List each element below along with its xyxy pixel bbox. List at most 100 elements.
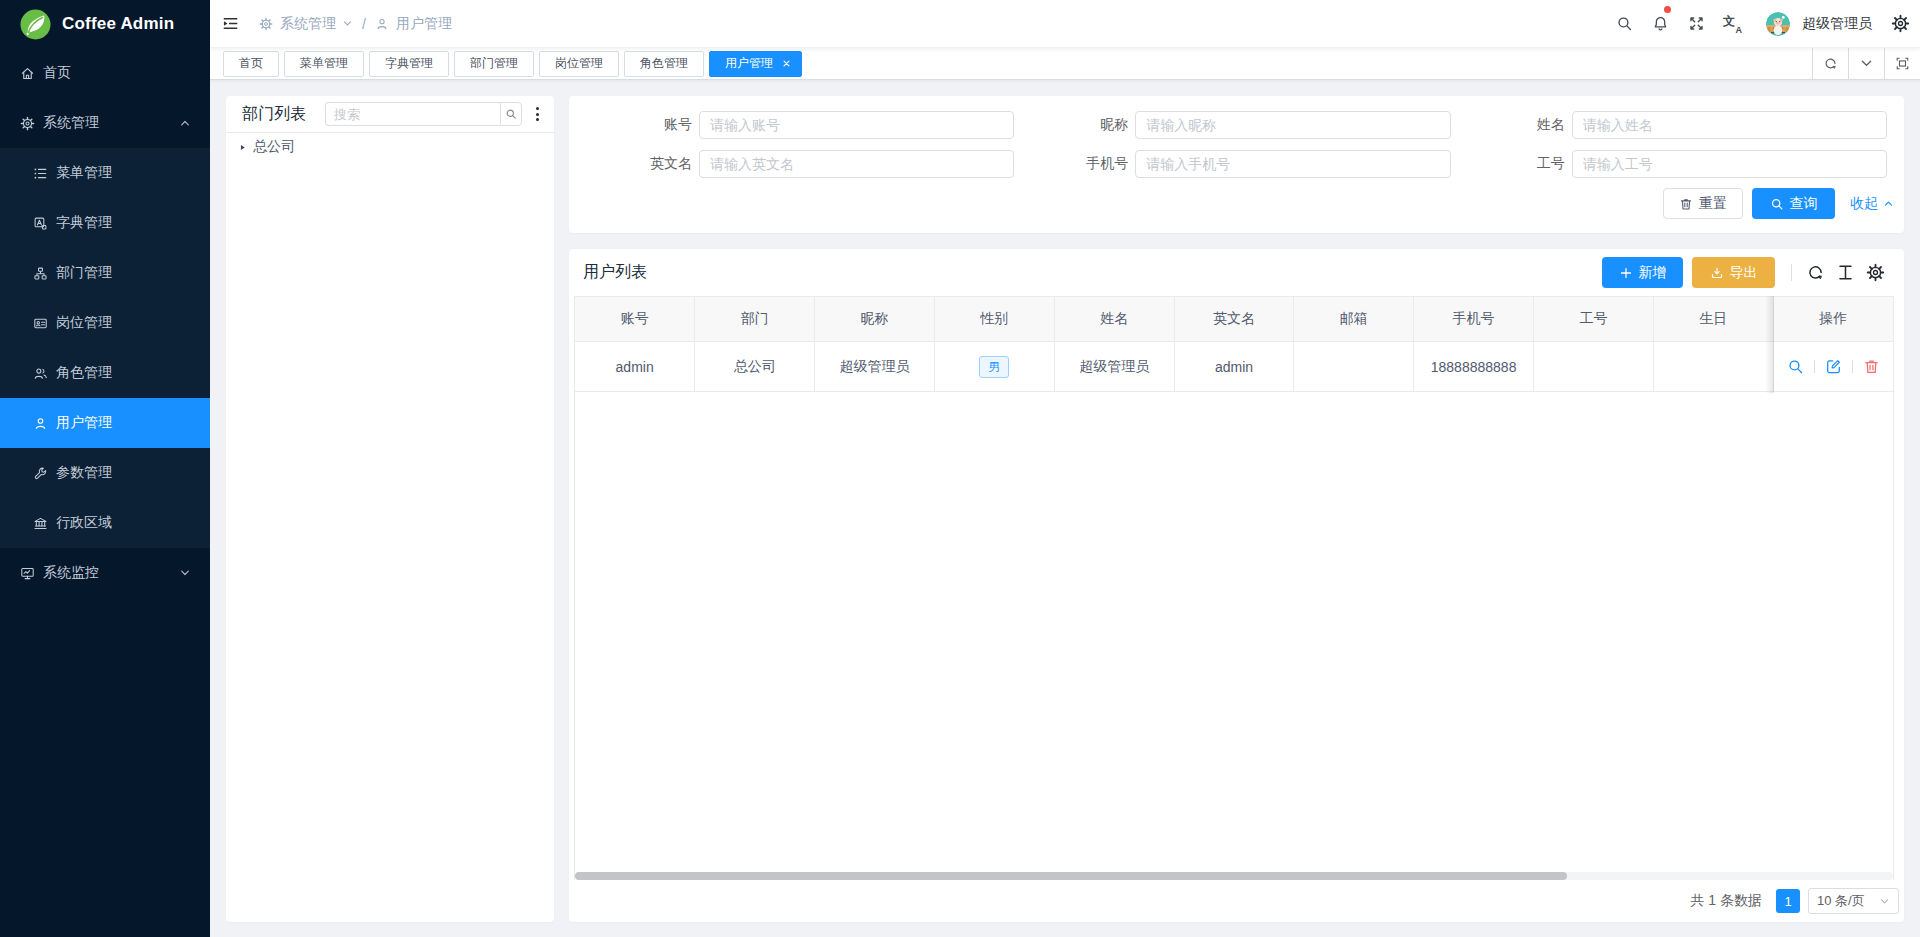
delete-icon[interactable] [1863,358,1880,375]
tree-node-root[interactable]: 总公司 [226,135,554,159]
reset-button[interactable]: 重置 [1663,188,1743,219]
column-header-email: 邮箱 [1294,297,1414,342]
column-header-birthday: 生日 [1653,297,1773,342]
collapse-form-link[interactable]: 收起 [1850,195,1894,213]
refresh-icon [1823,56,1838,71]
tab-user-mgmt[interactable]: 用户管理 [709,51,802,77]
nickname-field[interactable] [1135,111,1450,139]
search-form-panel: 账号 昵称 姓名 英文名 手机号 工号 [569,96,1904,233]
sidebar-item-role-mgmt[interactable]: 角色管理 [0,348,210,398]
add-user-button[interactable]: 新增 [1602,257,1683,288]
fullscreen-button[interactable] [1678,0,1714,47]
dictionary-icon [33,216,48,231]
bell-icon [1652,15,1669,32]
sidebar-item-dept-mgmt[interactable]: 部门管理 [0,248,210,298]
tags-view-bar: 首页 菜单管理 字典管理 部门管理 岗位管理 角色管理 用户管理 [210,48,1920,80]
sidebar-item-post-mgmt[interactable]: 岗位管理 [0,298,210,348]
sidebar-item-label: 部门管理 [56,264,112,282]
tab-home[interactable]: 首页 [223,51,279,77]
header-search-button[interactable] [1606,0,1642,47]
close-icon[interactable] [781,58,792,69]
kebab-menu-icon[interactable] [531,102,543,126]
maximize-content-button[interactable] [1884,48,1920,79]
tab-menu-mgmt[interactable]: 菜单管理 [284,51,364,77]
sidebar-item-param-mgmt[interactable]: 参数管理 [0,448,210,498]
tab-dict-mgmt[interactable]: 字典管理 [369,51,449,77]
row-density-button[interactable] [1836,263,1855,282]
translate-icon: 文A [1723,15,1741,33]
breadcrumb-page: 用户管理 [396,15,452,33]
sidebar-group-monitor[interactable]: 系统监控 [0,548,210,598]
edit-icon[interactable] [1825,358,1842,375]
scrollbar-thumb[interactable] [575,872,1567,880]
id-card-icon [33,316,48,331]
avatar[interactable] [1766,12,1790,36]
sidebar-item-dict-mgmt[interactable]: 字典管理 [0,198,210,248]
language-switch-button[interactable]: 文A [1714,0,1750,47]
cell-phone: 18888888888 [1414,342,1534,392]
gear-icon [1891,14,1910,33]
sidebar-item-label: 菜单管理 [56,164,112,182]
gender-badge: 男 [979,356,1009,378]
field-label: 手机号 [1018,155,1128,173]
sidebar-item-home[interactable]: 首页 [0,48,210,98]
search-icon [505,108,517,120]
sidebar-group-label: 系统管理 [43,114,99,132]
table-toolbar: 新增 导出 [1602,257,1885,288]
notification-badge [1664,6,1671,13]
tabs-menu-button[interactable] [1848,48,1884,79]
account-field[interactable] [699,111,1014,139]
breadcrumb-section[interactable]: 系统管理 [280,15,336,33]
tab-label: 角色管理 [640,55,688,72]
logo[interactable]: Coffee Admin [0,0,210,48]
page-size-select[interactable]: 10 条/页 [1808,888,1899,914]
query-button[interactable]: 查询 [1752,188,1835,219]
action-divider [1814,360,1815,373]
plus-icon [1619,266,1633,280]
tabs-controls [1812,48,1920,79]
main-content: 部门列表 总公司 账号 昵称 [210,80,1920,937]
sidebar-item-menu-mgmt[interactable]: 菜单管理 [0,148,210,198]
sidebar-item-label: 行政区域 [56,514,112,532]
search-icon [1770,197,1784,211]
department-search-button[interactable] [500,102,522,126]
tab-post-mgmt[interactable]: 岗位管理 [539,51,619,77]
refresh-tab-button[interactable] [1812,48,1848,79]
cell-nickname: 超级管理员 [815,342,935,392]
add-label: 新增 [1639,264,1667,282]
sidebar-collapse-button[interactable] [210,0,251,47]
tab-role-mgmt[interactable]: 角色管理 [624,51,704,77]
field-label: 姓名 [1455,116,1565,134]
sidebar-submenu-system: 菜单管理 字典管理 部门管理 岗位管理 [0,148,210,548]
user-name[interactable]: 超级管理员 [1802,15,1872,33]
form-item-job-number: 工号 [1455,150,1887,178]
chevron-up-icon [179,117,191,129]
trash-icon [1679,197,1693,211]
form-item-name: 姓名 [1455,111,1887,139]
name-field[interactable] [1572,111,1887,139]
job-number-field[interactable] [1572,150,1887,178]
tab-dept-mgmt[interactable]: 部门管理 [454,51,534,77]
page-number-button[interactable]: 1 [1776,889,1800,913]
sidebar-item-label: 角色管理 [56,364,112,382]
phone-field[interactable] [1135,150,1450,178]
chevron-down-icon [342,18,353,29]
sidebar-group-system[interactable]: 系统管理 [0,98,210,148]
column-header-actions: 操作 [1773,297,1893,342]
settings-button[interactable] [1888,14,1912,33]
column-header-phone: 手机号 [1414,297,1534,342]
view-icon[interactable] [1787,358,1804,375]
export-button[interactable]: 导出 [1692,257,1775,288]
tab-label: 菜单管理 [300,55,348,72]
notifications-button[interactable] [1642,0,1678,47]
sidebar-item-admin-region[interactable]: 行政区域 [0,498,210,548]
home-icon [20,66,35,81]
english-name-field[interactable] [699,150,1014,178]
cell-job-number [1534,342,1654,392]
column-settings-button[interactable] [1866,263,1885,282]
caret-right-icon[interactable] [238,143,247,152]
sidebar-item-user-mgmt[interactable]: 用户管理 [0,398,210,448]
refresh-table-button[interactable] [1806,263,1825,282]
department-search-input[interactable] [325,102,500,126]
department-panel-title: 部门列表 [242,104,306,125]
